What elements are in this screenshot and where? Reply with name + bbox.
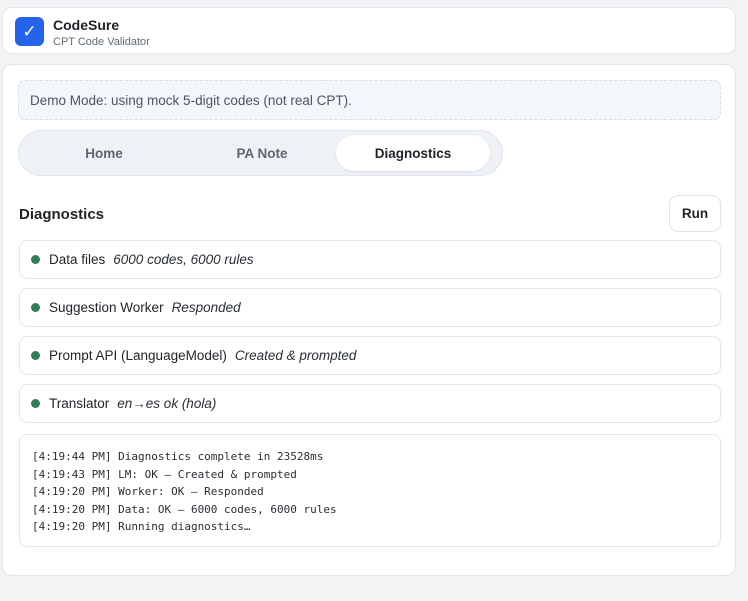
app-header: ✓ CodeSure CPT Code Validator <box>2 7 736 54</box>
check-prompt-api: Prompt API (LanguageModel) Created & pro… <box>19 336 721 375</box>
log-line: [4:19:20 PM] Worker: OK — Responded <box>32 485 264 498</box>
check-detail: en→es ok (hola) <box>117 396 217 411</box>
tab-pa-note[interactable]: PA Note <box>185 135 339 171</box>
diagnostics-checks: Data files 6000 codes, 6000 rules Sugges… <box>19 240 721 432</box>
check-name: Data files <box>49 252 106 267</box>
main-panel: Demo Mode: using mock 5-digit codes (not… <box>2 64 736 576</box>
log-line: [4:19:44 PM] Diagnostics complete in 235… <box>32 450 324 463</box>
status-ok-dot-icon <box>31 399 40 408</box>
log-line: [4:19:20 PM] Running diagnostics… <box>32 520 251 533</box>
check-detail: Created & prompted <box>234 348 357 363</box>
check-translator: Translator en→es ok (hola) <box>19 384 721 423</box>
status-ok-dot-icon <box>31 303 40 312</box>
check-name: Prompt API (LanguageModel) <box>49 348 227 363</box>
tab-bar: Home PA Note Diagnostics <box>18 130 503 176</box>
check-data-files: Data files 6000 codes, 6000 rules <box>19 240 721 279</box>
check-name: Suggestion Worker <box>49 300 164 315</box>
diagnostics-log: [4:19:44 PM] Diagnostics complete in 235… <box>19 434 721 547</box>
app-title: CodeSure <box>53 17 120 33</box>
app-subtitle: CPT Code Validator <box>53 36 150 48</box>
check-suggestion-worker: Suggestion Worker Responded <box>19 288 721 327</box>
check-detail: Responded <box>171 300 241 315</box>
demo-mode-banner: Demo Mode: using mock 5-digit codes (not… <box>18 80 721 120</box>
status-ok-dot-icon <box>31 351 40 360</box>
log-line: [4:19:43 PM] LM: OK — Created & prompted <box>32 467 297 481</box>
tab-diagnostics[interactable]: Diagnostics <box>336 135 490 171</box>
check-name: Translator <box>49 396 110 411</box>
check-detail: 6000 codes, 6000 rules <box>113 252 254 267</box>
status-ok-dot-icon <box>31 255 40 264</box>
run-button[interactable]: Run <box>669 195 721 232</box>
log-line: [4:19:20 PM] Data: OK — 6000 codes, 6000… <box>32 502 337 516</box>
checkmark-logo-icon: ✓ <box>15 17 44 46</box>
section-title: Diagnostics <box>19 206 105 223</box>
tab-home[interactable]: Home <box>27 135 181 171</box>
